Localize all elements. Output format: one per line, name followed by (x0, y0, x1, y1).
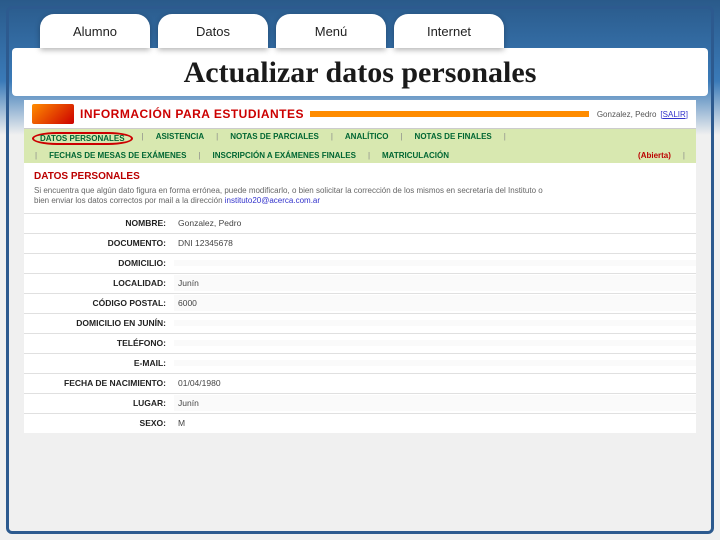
slide-title: Actualizar datos personales (12, 56, 708, 90)
field-label: FECHA DE NACIMIENTO: (24, 375, 174, 391)
tab-alumno[interactable]: Alumno (40, 14, 150, 48)
field-input[interactable]: 6000 (174, 295, 696, 311)
nav-sep: | (213, 132, 221, 145)
tab-internet[interactable]: Internet (394, 14, 504, 48)
field-label: DOMICILIO: (24, 255, 174, 271)
school-logo-icon (32, 104, 74, 124)
tab-label: Menú (315, 24, 348, 39)
current-user: Gonzalez, Pedro (597, 110, 657, 119)
personal-data-form: NOMBRE:Gonzalez, PedroDOCUMENTO:DNI 1234… (24, 213, 696, 433)
field-input[interactable] (174, 320, 696, 326)
nav-sep: | (680, 151, 688, 160)
field-label: E-MAIL: (24, 355, 174, 371)
field-input[interactable] (174, 340, 696, 346)
field-label: DOCUMENTO: (24, 235, 174, 251)
field-input[interactable]: Junín (174, 395, 696, 411)
nav-matriculacion[interactable]: MATRICULACIÓN (379, 151, 452, 160)
slide-tabs: Alumno Datos Menú Internet (0, 0, 720, 48)
nav-sep: | (501, 132, 509, 145)
field-label: NOMBRE: (24, 215, 174, 231)
form-row: LUGAR:Junín (24, 393, 696, 413)
field-input[interactable]: Junín (174, 275, 696, 291)
tab-label: Alumno (73, 24, 117, 39)
form-row: DOCUMENTO:DNI 12345678 (24, 233, 696, 253)
tab-menu[interactable]: Menú (276, 14, 386, 48)
tab-label: Datos (196, 24, 230, 39)
app-banner: INFORMACIÓN PARA ESTUDIANTES Gonzalez, P… (24, 100, 696, 129)
tab-label: Internet (427, 24, 471, 39)
nav-sep: | (328, 132, 336, 145)
field-input[interactable] (174, 360, 696, 366)
nav-sep: | (397, 132, 405, 145)
field-label: CÓDIGO POSTAL: (24, 295, 174, 311)
field-value: 01/04/1980 (174, 375, 696, 391)
nav-asistencia[interactable]: ASISTENCIA (153, 132, 207, 145)
field-value: DNI 12345678 (174, 235, 696, 251)
field-label: SEXO: (24, 415, 174, 431)
form-row: NOMBRE:Gonzalez, Pedro (24, 213, 696, 233)
form-row: LOCALIDAD:Junín (24, 273, 696, 293)
nav-mesas[interactable]: FECHAS DE MESAS DE EXÁMENES (46, 151, 189, 160)
nav-parciales[interactable]: NOTAS DE PARCIALES (227, 132, 322, 145)
hint-line-1: Si encuentra que algún dato figura en fo… (34, 186, 543, 195)
nav-sep: | (195, 151, 203, 160)
user-area: Gonzalez, Pedro [SALIR] (597, 110, 688, 119)
nav-sep: | (365, 151, 373, 160)
nav-finales[interactable]: NOTAS DE FINALES (412, 132, 495, 145)
form-row: TELÉFONO: (24, 333, 696, 353)
section-title: DATOS PERSONALES (24, 163, 696, 184)
field-value: M (174, 415, 696, 431)
field-label: DOMICILIO EN JUNÍN: (24, 315, 174, 331)
banner-title: INFORMACIÓN PARA ESTUDIANTES (80, 107, 304, 121)
form-row: CÓDIGO POSTAL:6000 (24, 293, 696, 313)
field-value: Gonzalez, Pedro (174, 215, 696, 231)
nav-analitico[interactable]: ANALÍTICO (342, 132, 392, 145)
form-row: E-MAIL: (24, 353, 696, 373)
form-row: SEXO:M (24, 413, 696, 433)
nav-row-2: | FECHAS DE MESAS DE EXÁMENES | INSCRIPC… (24, 148, 696, 163)
hint-line-2: bien enviar los datos correctos por mail… (34, 196, 225, 205)
form-row: DOMICILIO EN JUNÍN: (24, 313, 696, 333)
nav-sep: | (139, 132, 147, 145)
form-row: FECHA DE NACIMIENTO:01/04/1980 (24, 373, 696, 393)
form-row: DOMICILIO: (24, 253, 696, 273)
field-label: LOCALIDAD: (24, 275, 174, 291)
banner-stripe (310, 111, 589, 117)
matriculacion-status: (Abierta) (635, 151, 674, 160)
embedded-app: INFORMACIÓN PARA ESTUDIANTES Gonzalez, P… (24, 100, 696, 433)
field-input[interactable] (174, 260, 696, 266)
logout-link[interactable]: [SALIR] (660, 110, 688, 119)
hint-email-link[interactable]: instituto20@acerca.com.ar (225, 196, 320, 205)
nav-datos-personales[interactable]: DATOS PERSONALES (32, 132, 133, 145)
nav-row-1: DATOS PERSONALES | ASISTENCIA | NOTAS DE… (24, 129, 696, 148)
slide-title-bar: Actualizar datos personales (12, 48, 708, 96)
field-label: LUGAR: (24, 395, 174, 411)
hint-text: Si encuentra que algún dato figura en fo… (24, 184, 696, 213)
nav-inscripcion[interactable]: INSCRIPCIÓN A EXÁMENES FINALES (210, 151, 359, 160)
nav-sep: | (32, 151, 40, 160)
field-label: TELÉFONO: (24, 335, 174, 351)
tab-datos[interactable]: Datos (158, 14, 268, 48)
